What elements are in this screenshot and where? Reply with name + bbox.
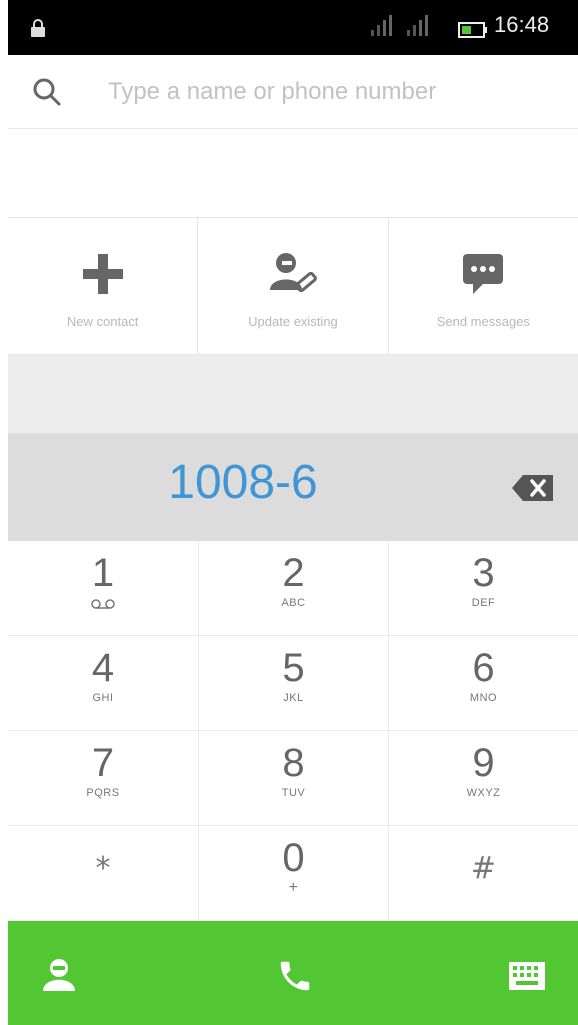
key-2[interactable]: 2 ABC	[199, 541, 389, 636]
search-results	[8, 129, 578, 217]
key-6[interactable]: 6 MNO	[389, 636, 578, 731]
lock-icon	[30, 18, 46, 42]
signal-icon	[370, 14, 394, 42]
key-hash[interactable]: #	[389, 826, 578, 921]
call-icon[interactable]	[276, 957, 314, 999]
update-existing-label: Update existing	[248, 314, 338, 329]
message-icon	[459, 250, 507, 302]
key-digit: 5	[282, 646, 305, 690]
key-letters: +	[288, 879, 299, 896]
signal-icon	[406, 14, 430, 42]
new-contact-label: New contact	[66, 314, 139, 329]
action-row: New contact Update existing Send message…	[8, 217, 578, 355]
key-digit: 2	[282, 551, 305, 595]
plus-icon	[79, 250, 127, 302]
key-digit: 8	[282, 741, 305, 785]
key-symbol: *	[95, 851, 111, 886]
key-letters: JKL	[283, 692, 304, 704]
key-4[interactable]: 4 GHI	[8, 636, 199, 731]
search-bar	[8, 55, 578, 129]
key-digit: 9	[472, 741, 495, 785]
key-3[interactable]: 3 DEF	[389, 541, 578, 636]
bottom-bar	[8, 921, 578, 1025]
number-display: 1008-6	[8, 433, 578, 541]
key-digit: 6	[472, 646, 495, 690]
key-5[interactable]: 5 JKL	[199, 636, 389, 731]
key-letters: MNO	[469, 692, 498, 704]
key-letters: GHI	[92, 692, 114, 704]
key-digit: 1	[91, 551, 115, 595]
key-digit: 3	[472, 551, 495, 595]
keyboard-icon[interactable]	[508, 961, 546, 995]
contact-edit-icon	[268, 250, 318, 302]
key-0[interactable]: 0 +	[199, 826, 389, 921]
status-bar: 16:48	[8, 0, 578, 55]
key-letters: WXYZ	[466, 787, 501, 799]
key-digit: 7	[91, 741, 115, 785]
key-symbol: #	[470, 851, 497, 886]
key-letters: PQRS	[86, 787, 120, 799]
new-contact-button[interactable]: New contact	[8, 218, 199, 354]
key-letters: ABC	[281, 597, 306, 609]
send-messages-button[interactable]: Send messages	[389, 218, 578, 354]
voicemail-icon	[8, 595, 198, 614]
search-icon[interactable]	[32, 77, 62, 111]
key-digit: 4	[91, 646, 115, 690]
dialer-screen: 16:48 New contact Update existing Send m…	[8, 0, 578, 1025]
dialpad: 1 2 ABC 3 DEF 4 GHI 5 JKL 6 MNO 7 PQRS 8…	[8, 541, 578, 921]
key-letters: DEF	[471, 597, 496, 609]
status-time: 16:48	[494, 12, 550, 37]
key-star[interactable]: *	[8, 826, 199, 921]
key-digit: 0	[282, 836, 305, 880]
dialed-number[interactable]: 1008-6	[8, 455, 478, 510]
key-9[interactable]: 9 WXYZ	[389, 731, 578, 826]
send-messages-label: Send messages	[436, 314, 530, 329]
key-7[interactable]: 7 PQRS	[8, 731, 199, 826]
update-existing-button[interactable]: Update existing	[198, 218, 389, 354]
key-1[interactable]: 1	[8, 541, 199, 636]
divider-area	[8, 355, 578, 433]
key-letters: TUV	[281, 787, 306, 799]
search-input[interactable]	[108, 69, 548, 115]
key-8[interactable]: 8 TUV	[199, 731, 389, 826]
contacts-icon[interactable]	[41, 957, 77, 997]
battery-icon	[458, 22, 488, 42]
backspace-icon[interactable]	[511, 473, 555, 507]
